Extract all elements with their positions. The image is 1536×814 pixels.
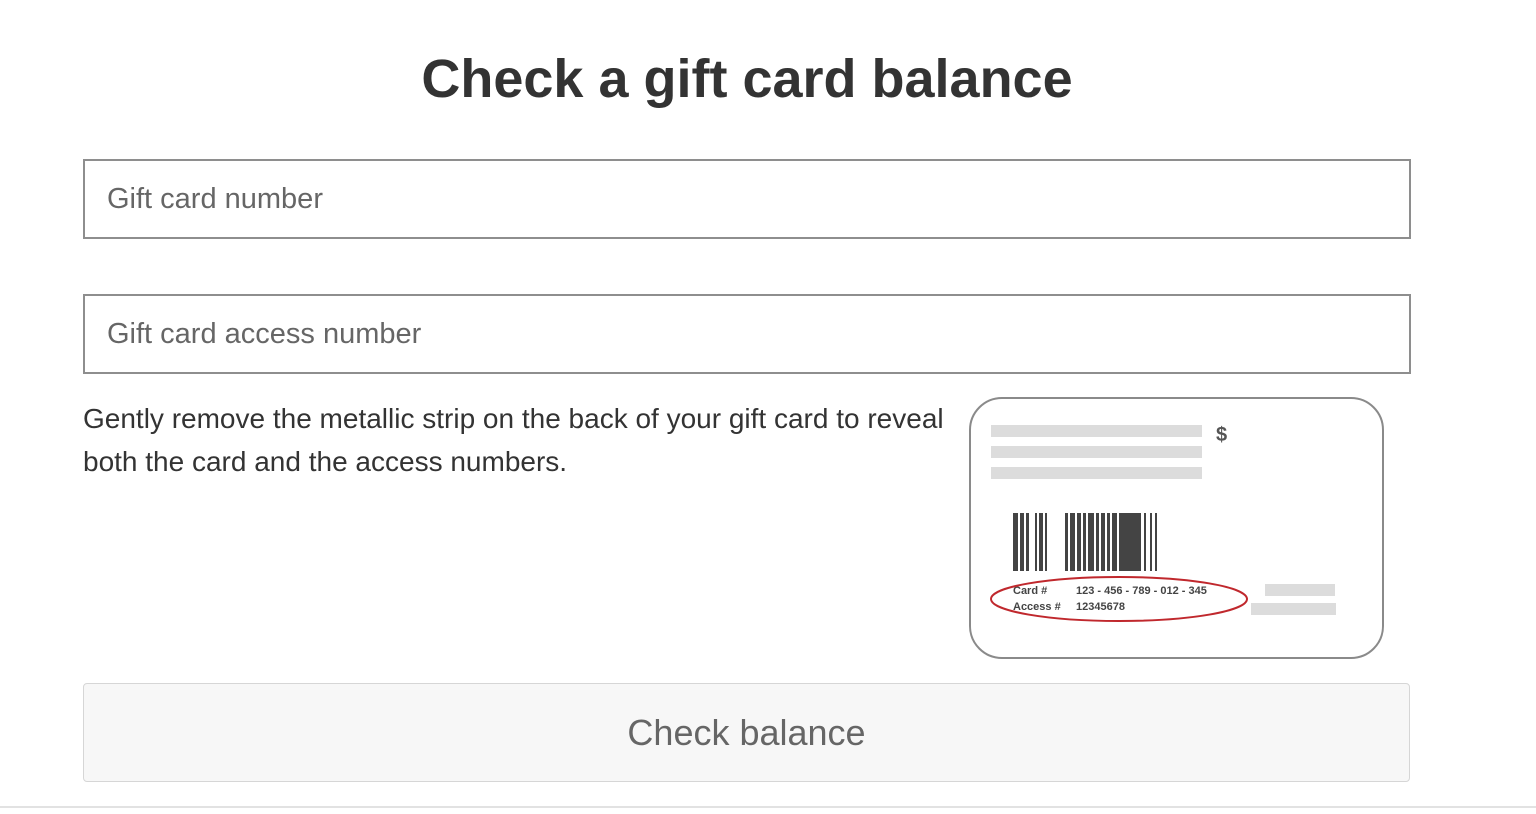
page-title: Check a gift card balance bbox=[421, 49, 1073, 109]
barcode-bar bbox=[1144, 513, 1146, 571]
gift-card-access-number-field[interactable] bbox=[83, 294, 1411, 374]
currency-symbol: $ bbox=[1216, 424, 1227, 446]
barcode-bar bbox=[1035, 513, 1037, 571]
card-text-line bbox=[991, 446, 1202, 458]
barcode-bar bbox=[1150, 513, 1152, 571]
check-balance-button[interactable]: Check balance bbox=[83, 683, 1410, 782]
barcode-bar bbox=[1070, 513, 1075, 571]
card-text-line bbox=[1251, 603, 1336, 615]
card-text-line bbox=[1265, 584, 1335, 596]
barcode-bar bbox=[1039, 513, 1043, 571]
barcode-bar bbox=[1077, 513, 1081, 571]
barcode-bar bbox=[1026, 513, 1029, 571]
divider bbox=[0, 806, 1536, 808]
gift-card-back-illustration: $ Card # 123 - 456 - 789 - 012 - 345 Acc… bbox=[969, 397, 1384, 659]
barcode-bar bbox=[1088, 513, 1094, 571]
barcode-bar bbox=[1083, 513, 1086, 571]
card-text-line bbox=[991, 425, 1202, 437]
barcode-bar bbox=[1065, 513, 1068, 571]
gift-card-number-input[interactable] bbox=[85, 161, 1409, 237]
barcode-bar bbox=[1107, 513, 1110, 571]
card-number-sample: 123 - 456 - 789 - 012 - 345 bbox=[1076, 585, 1207, 597]
gift-card-balance-page: Check a gift card balance Gently remove … bbox=[0, 0, 1536, 814]
barcode-bar bbox=[1155, 513, 1157, 571]
gift-card-access-number-input[interactable] bbox=[85, 296, 1409, 372]
card-number-label: Card # bbox=[1013, 585, 1047, 597]
barcode-bar bbox=[1112, 513, 1117, 571]
barcode-bar bbox=[1045, 513, 1047, 571]
access-number-sample: 12345678 bbox=[1076, 601, 1125, 613]
access-number-label: Access # bbox=[1013, 601, 1061, 613]
barcode-bar bbox=[1119, 513, 1141, 571]
gift-card-number-field[interactable] bbox=[83, 159, 1411, 239]
help-text: Gently remove the metallic strip on the … bbox=[83, 403, 944, 477]
card-text-line bbox=[991, 467, 1202, 479]
barcode-bar bbox=[1096, 513, 1099, 571]
barcode-bar bbox=[1013, 513, 1018, 571]
barcode-bar bbox=[1020, 513, 1024, 571]
barcode-bar bbox=[1101, 513, 1105, 571]
